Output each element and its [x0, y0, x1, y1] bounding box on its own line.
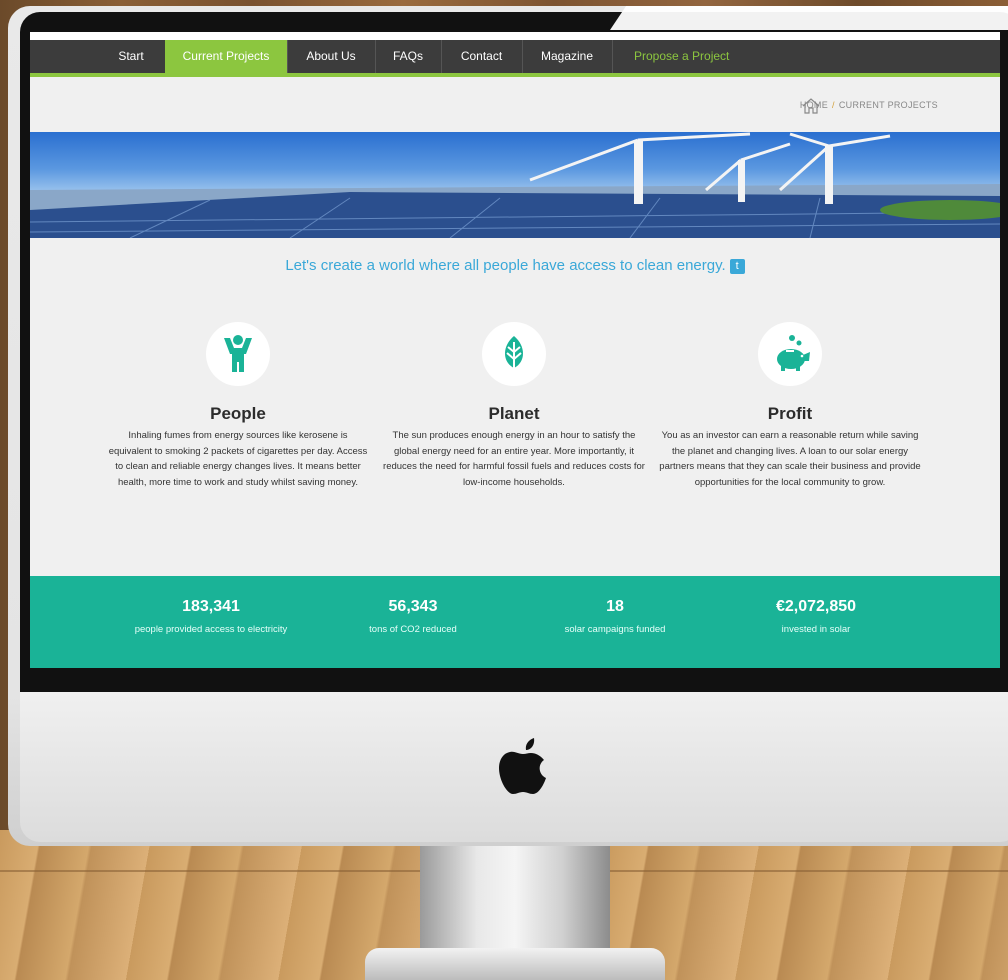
apple-logo-icon — [499, 738, 546, 794]
breadcrumb-home[interactable]: HOME — [800, 100, 828, 110]
stat-people-label: people provided access to electricity — [134, 624, 288, 635]
tagline: Let's create a world where all people ha… — [30, 257, 1000, 274]
leaf-icon — [505, 336, 523, 372]
main-navigation: Start Current Projects About Us FAQs Con… — [30, 40, 1000, 77]
feature-planet-title: Planet — [488, 404, 540, 423]
nav-about-us[interactable]: About Us — [287, 40, 376, 73]
nav-faqs[interactable]: FAQs — [375, 40, 442, 73]
stat-co2-label: tons of CO2 reduced — [369, 624, 457, 635]
feature-people: People Inhaling fumes from energy source… — [107, 322, 369, 490]
nav-contact[interactable]: Contact — [441, 40, 523, 73]
feature-planet-text: The sun produces enough energy in an hou… — [383, 430, 645, 488]
solar-wind-illustration — [30, 132, 1000, 238]
feature-people-icon-circle — [206, 322, 270, 386]
breadcrumb-separator: / — [832, 100, 835, 110]
stat-invested-label: invested in solar — [781, 624, 851, 635]
feature-planet: Planet The sun produces enough energy in… — [383, 322, 645, 490]
screen-top-strip — [30, 32, 1000, 40]
feature-profit-title: Profit — [767, 404, 813, 423]
stat-campaigns: 18 solar campaigns funded — [540, 598, 690, 635]
feature-people-title: People — [210, 404, 266, 423]
nav-magazine[interactable]: Magazine — [522, 40, 613, 73]
feature-profit: Profit You as an investor can earn a rea… — [659, 322, 921, 490]
hero-banner-image — [30, 132, 1000, 238]
impact-stats-bar: 183,341 people provided access to electr… — [30, 576, 1000, 668]
nav-propose-project[interactable]: Propose a Project — [634, 40, 774, 73]
nav-start[interactable]: Start — [94, 40, 169, 73]
piggy-bank-icon — [777, 335, 810, 371]
stat-people-value: 183,341 — [182, 598, 240, 615]
breadcrumb: HOME / CURRENT PROJECTS — [800, 100, 938, 110]
monitor-stand-base — [365, 948, 665, 980]
feature-planet-icon-circle — [482, 322, 546, 386]
feature-profit-text: You as an investor can earn a reasonable… — [659, 430, 921, 488]
screen-reflection — [610, 6, 1008, 30]
stat-invested-value: €2,072,850 — [775, 598, 857, 615]
website-screen: Start Current Projects About Us FAQs Con… — [30, 32, 1000, 668]
stat-campaigns-label: solar campaigns funded — [564, 624, 666, 635]
person-icon — [224, 335, 252, 372]
tagline-text: Let's create a world where all people ha… — [285, 257, 726, 274]
stat-people: 183,341 people provided access to electr… — [106, 598, 316, 635]
monitor-stand — [420, 845, 610, 955]
breadcrumb-current: CURRENT PROJECTS — [838, 100, 938, 110]
stat-co2: 56,343 tons of CO2 reduced — [348, 598, 478, 635]
stat-invested: €2,072,850 invested in solar — [744, 598, 888, 635]
feature-people-text: Inhaling fumes from energy sources like … — [108, 430, 368, 488]
nav-current-projects[interactable]: Current Projects — [165, 40, 288, 73]
feature-profit-icon-circle — [758, 322, 822, 386]
twitter-share-icon[interactable]: t — [729, 258, 745, 274]
stat-campaigns-value: 18 — [606, 598, 624, 615]
stat-co2-value: 56,343 — [388, 598, 438, 615]
